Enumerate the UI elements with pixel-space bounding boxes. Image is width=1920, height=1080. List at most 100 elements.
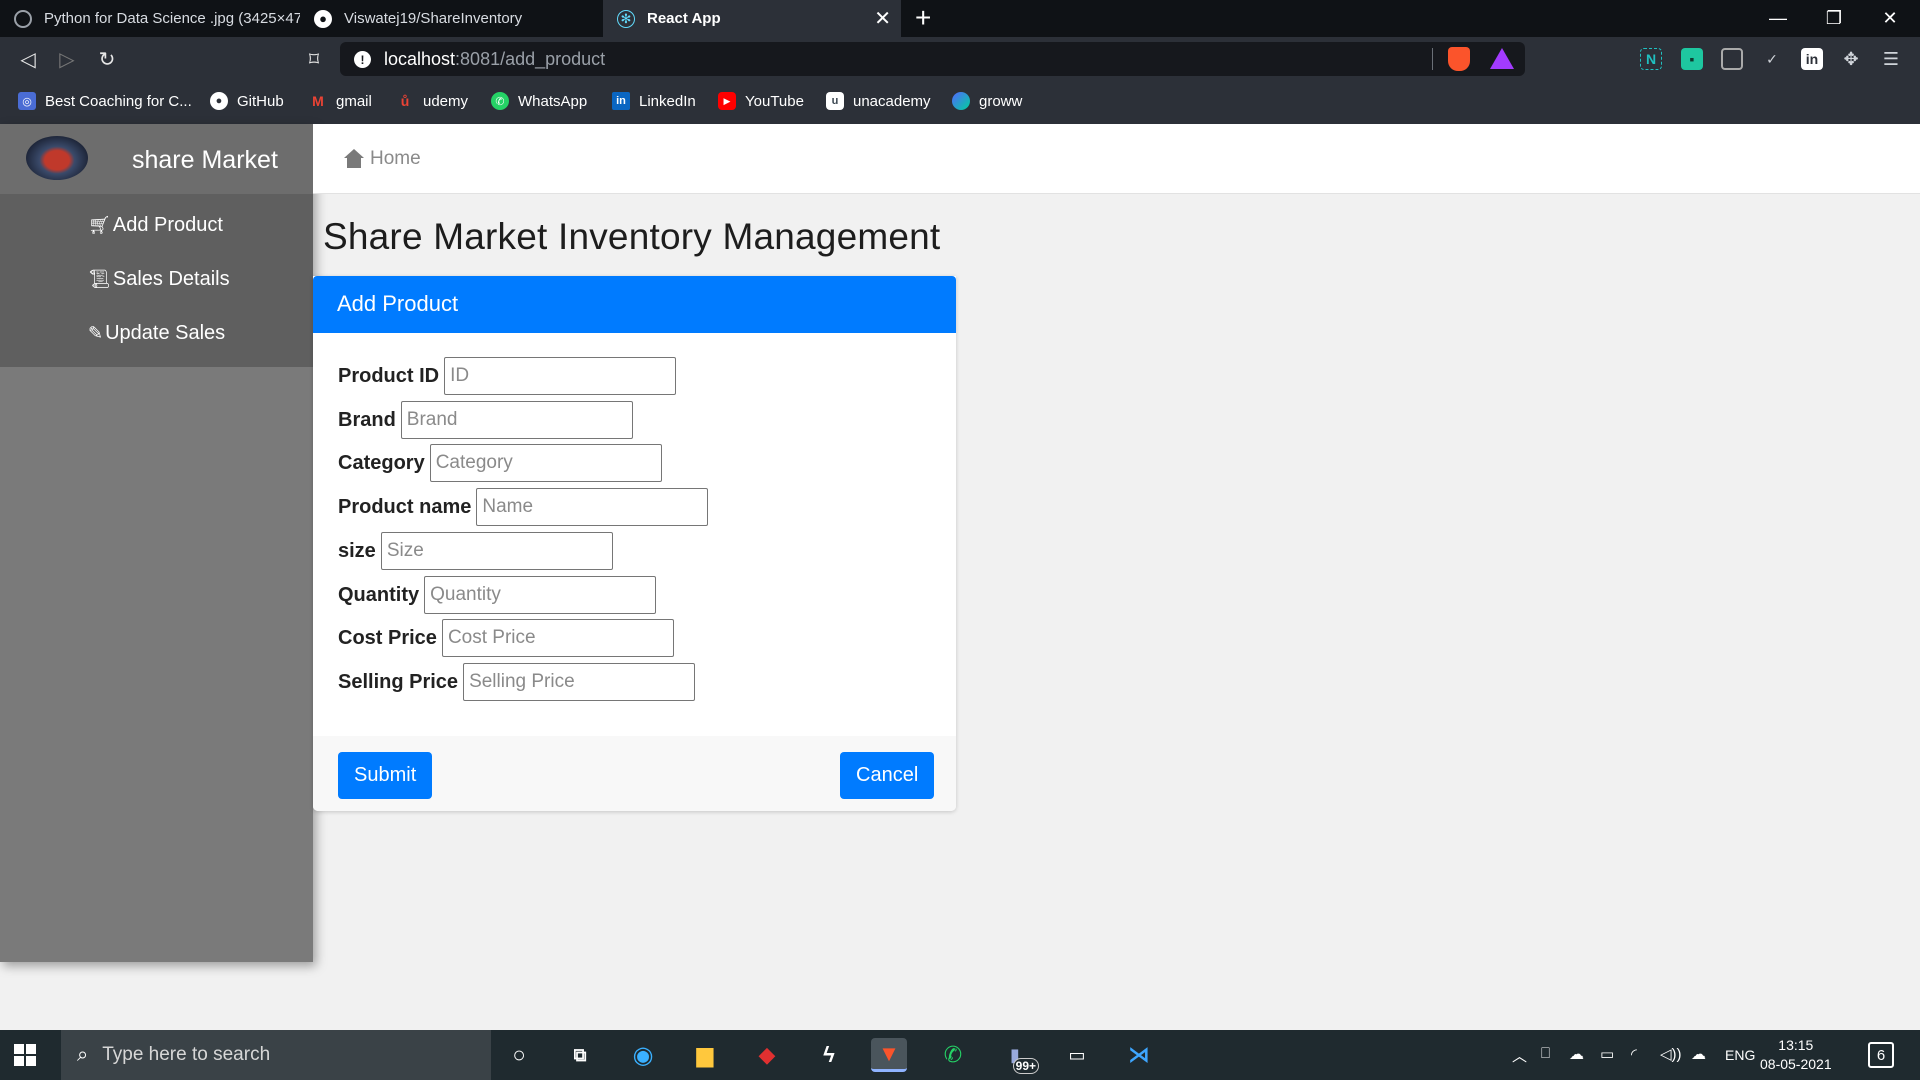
sidebar-item-sales-details[interactable]: 📜︎ Sales Details [88,268,230,291]
globe-icon [14,9,32,28]
wifi-icon[interactable]: ◜ [1631,1045,1637,1063]
bookmark-udemy[interactable]: ů udemy [396,92,468,110]
bookmark-youtube[interactable]: ▶ YouTube [718,92,804,110]
bookmark-groww[interactable]: groww [952,92,1022,110]
linkedin-extension-icon[interactable]: in [1801,48,1823,70]
product-id-row: Product ID [338,357,677,395]
sidebar-item-add-product[interactable]: 🛒︎ Add Product [88,214,223,237]
card-header: Add Product [313,276,956,333]
extension-clipboard-icon[interactable] [1721,48,1743,70]
restore-icon[interactable]: ❐ [1806,0,1862,37]
site-info-icon[interactable]: ! [354,51,371,68]
volume-icon[interactable]: ◁)) [1660,1045,1682,1063]
tab-python-image[interactable]: Python for Data Science .jpg (3425×47 [0,0,300,37]
onedrive-icon[interactable]: ☁ [1569,1045,1584,1063]
back-icon[interactable]: ◁ [14,45,42,73]
files-badge-icon[interactable]: ▮ 99+ [997,1038,1039,1074]
browser-tab-bar: Python for Data Science .jpg (3425×47 ● … [0,0,1920,37]
forward-icon[interactable]: ▷ [53,45,81,73]
taskbar-search-box[interactable]: ⌕ Type here to search [61,1030,491,1080]
brand-logo [26,136,88,180]
brand-label: Brand [338,408,396,431]
vscode-icon[interactable]: ⋊ [1121,1038,1157,1072]
pencil-icon: ✎ [88,323,104,343]
udemy-icon: ů [400,93,410,109]
brave-browser-icon[interactable]: ▼ [871,1038,907,1072]
sidebar-header: share Market [0,124,313,194]
size-label: size [338,539,376,562]
cart-icon: 🛒︎ [88,215,111,235]
bookmark-label: LinkedIn [639,92,696,110]
edge-icon[interactable]: ◉ [625,1038,661,1072]
home-link[interactable]: Home [343,148,421,170]
extension-green-icon[interactable]: ▪ [1681,48,1703,70]
bookmark-label: YouTube [745,92,804,110]
bookmark-gmail[interactable]: Mgmail [309,92,372,110]
brand-row: Brand [338,401,633,439]
quantity-row: Quantity [338,576,657,614]
menu-icon[interactable]: ☰ [1880,48,1902,70]
groww-icon [952,92,970,110]
selling-price-row: Selling Price [338,663,696,701]
extensions-puzzle-icon[interactable]: ✥ [1840,48,1862,70]
github-icon: ● [210,92,228,110]
search-icon: ⌕ [77,1043,89,1066]
taskbar-clock[interactable]: 13:15 08-05-2021 [1760,1036,1832,1074]
notification-center-icon[interactable]: 6 [1868,1042,1894,1068]
tab-title: Python for Data Science .jpg (3425×47 [44,10,300,27]
tray-chevron-icon[interactable]: ︿ [1512,1045,1527,1066]
cost-price-input[interactable] [441,619,674,657]
windows-start-icon[interactable] [14,1044,36,1066]
sidebar-item-label: Update Sales [105,322,226,344]
red-app-icon[interactable]: ◆ [749,1038,785,1072]
address-bar[interactable]: ! localhost:8081/add_product [340,42,1525,76]
bookmark-unacademy[interactable]: u unacademy [826,92,931,110]
bookmark-github[interactable]: ● GitHub [210,92,284,110]
sidebar-item-label: Sales Details [112,268,230,290]
extension-n-icon[interactable]: N [1640,48,1662,70]
brand-input[interactable] [400,401,633,439]
battery-icon[interactable]: ▭ [1600,1045,1614,1063]
cortana-icon[interactable]: ○ [501,1038,537,1072]
quantity-input[interactable] [424,576,657,614]
brand-name: share Market [132,146,278,174]
whatsapp-icon: ✆ [491,92,509,110]
cancel-button[interactable]: Cancel [840,752,935,799]
tab-react-app[interactable]: ✻ React App ✕ [603,0,901,37]
product-id-input[interactable] [444,357,677,395]
brave-rewards-icon[interactable] [1490,48,1514,69]
sidebar-menu: 🛒︎ Add Product 📜︎ Sales Details ✎ Update… [0,194,313,367]
bookmark-whatsapp[interactable]: ✆ WhatsApp [491,92,587,110]
bookmark-icon[interactable]: ⌑ [300,45,328,73]
file-explorer-icon[interactable]: ▆ [687,1038,723,1072]
new-tab-icon[interactable]: + [915,2,931,34]
page-title: Share Market Inventory Management [323,216,941,257]
language-indicator[interactable]: ENG [1725,1047,1755,1063]
close-tab-icon[interactable]: ✕ [874,6,891,31]
size-input[interactable] [380,532,613,570]
whatsapp-icon[interactable]: ✆ [935,1038,971,1072]
minimize-icon[interactable]: — [1750,0,1806,37]
brave-shields-icon[interactable] [1448,47,1470,71]
cloud-sync-icon[interactable]: ☁ [1691,1045,1706,1063]
tab-github-repo[interactable]: ● Viswatej19/ShareInventory [300,0,600,37]
bookmark-label: unacademy [853,92,931,110]
task-view-icon[interactable]: ⧉ [562,1038,598,1072]
close-window-icon[interactable]: ✕ [1862,0,1918,37]
bookmark-linkedin[interactable]: in LinkedIn [612,92,696,110]
category-input[interactable] [429,444,662,482]
product-name-input[interactable] [476,488,709,526]
url-text[interactable]: localhost:8081/add_product [384,49,605,70]
terminal-icon[interactable]: ▭ [1059,1038,1095,1072]
sublime-icon[interactable]: ϟ [811,1038,847,1072]
selling-price-input[interactable] [463,663,696,701]
extension-check-icon[interactable]: ✓ [1761,48,1783,70]
coaching-icon: ◎ [18,92,36,110]
bookmark-label: WhatsApp [518,92,588,110]
submit-button[interactable]: Submit [338,752,433,799]
reload-icon[interactable]: ↻ [93,45,121,73]
sidebar-item-update-sales[interactable]: ✎ Update Sales [88,322,225,345]
bookmark-label: gmail [336,92,372,110]
bookmark-best-coaching[interactable]: ◎ Best Coaching for C... [18,92,192,110]
tray-device-icon[interactable]: ⎕ [1541,1045,1550,1062]
